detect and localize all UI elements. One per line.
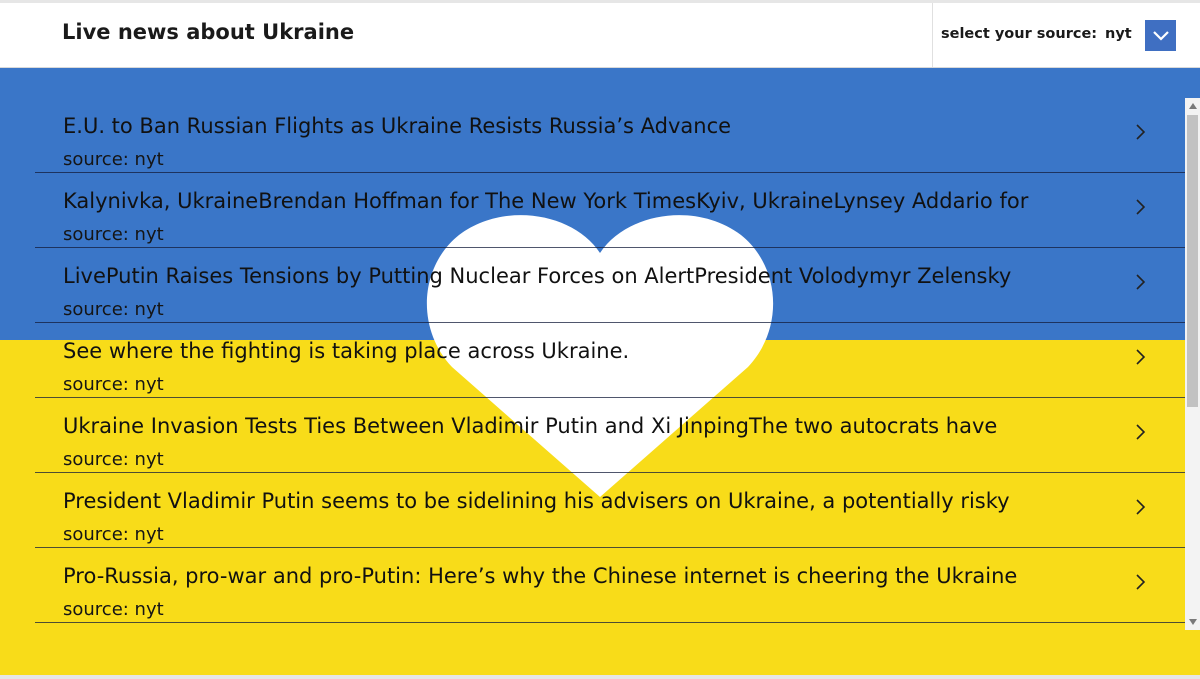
chevron-right-icon[interactable]: [1133, 497, 1147, 517]
news-item-title[interactable]: E.U. to Ban Russian Flights as Ukraine R…: [63, 114, 1123, 138]
news-item-title[interactable]: Ukraine Invasion Tests Ties Between Vlad…: [63, 414, 1123, 438]
chevron-right-icon[interactable]: [1133, 572, 1147, 592]
news-item-source: source: nyt: [63, 299, 164, 320]
news-item[interactable]: See where the fighting is taking place a…: [35, 323, 1185, 398]
chevron-right-icon[interactable]: [1133, 347, 1147, 367]
news-item[interactable]: Ukraine Invasion Tests Ties Between Vlad…: [35, 398, 1185, 473]
source-select-value[interactable]: nyt: [1105, 26, 1132, 42]
news-item-title[interactable]: President Vladimir Putin seems to be sid…: [63, 489, 1123, 513]
chevron-right-icon[interactable]: [1133, 422, 1147, 442]
chevron-right-icon[interactable]: [1133, 272, 1147, 292]
bottom-divider: [0, 675, 1200, 679]
news-item[interactable]: E.U. to Ban Russian Flights as Ukraine R…: [35, 98, 1185, 173]
news-item-source: source: nyt: [63, 374, 164, 395]
chevron-down-icon: [1152, 30, 1169, 41]
scroll-down-icon[interactable]: [1185, 614, 1200, 630]
news-item[interactable]: LivePutin Raises Tensions by Putting Nuc…: [35, 248, 1185, 323]
news-item-title[interactable]: Pro-Russia, pro-war and pro-Putin: Here’…: [63, 564, 1123, 588]
news-item-source: source: nyt: [63, 224, 164, 245]
chevron-right-icon[interactable]: [1133, 122, 1147, 142]
source-dropdown-button[interactable]: [1145, 20, 1176, 51]
news-item-source: source: nyt: [63, 449, 164, 470]
chevron-right-icon[interactable]: [1133, 197, 1147, 217]
news-item-source: source: nyt: [63, 524, 164, 545]
news-list: E.U. to Ban Russian Flights as Ukraine R…: [35, 98, 1185, 623]
scrollbar[interactable]: [1185, 98, 1200, 630]
scroll-thumb[interactable]: [1187, 115, 1198, 407]
news-item-title[interactable]: LivePutin Raises Tensions by Putting Nuc…: [63, 264, 1123, 288]
news-item[interactable]: President Vladimir Putin seems to be sid…: [35, 473, 1185, 548]
app-header: Live news about Ukraine select your sour…: [0, 3, 1200, 68]
news-item-source: source: nyt: [63, 149, 164, 170]
source-label: select your source:: [941, 26, 1098, 42]
news-item[interactable]: Pro-Russia, pro-war and pro-Putin: Here’…: [35, 548, 1185, 623]
scroll-up-icon[interactable]: [1185, 98, 1200, 114]
app-frame: Live news about Ukraine select your sour…: [0, 0, 1200, 679]
news-item-title[interactable]: See where the fighting is taking place a…: [63, 339, 1123, 363]
page-title: Live news about Ukraine: [62, 20, 355, 44]
source-selector: select your source: nyt: [932, 3, 1200, 67]
news-item-source: source: nyt: [63, 599, 164, 620]
news-item-title[interactable]: Kalynivka, UkraineBrendan Hoffman for Th…: [63, 189, 1123, 213]
news-item[interactable]: Kalynivka, UkraineBrendan Hoffman for Th…: [35, 173, 1185, 248]
